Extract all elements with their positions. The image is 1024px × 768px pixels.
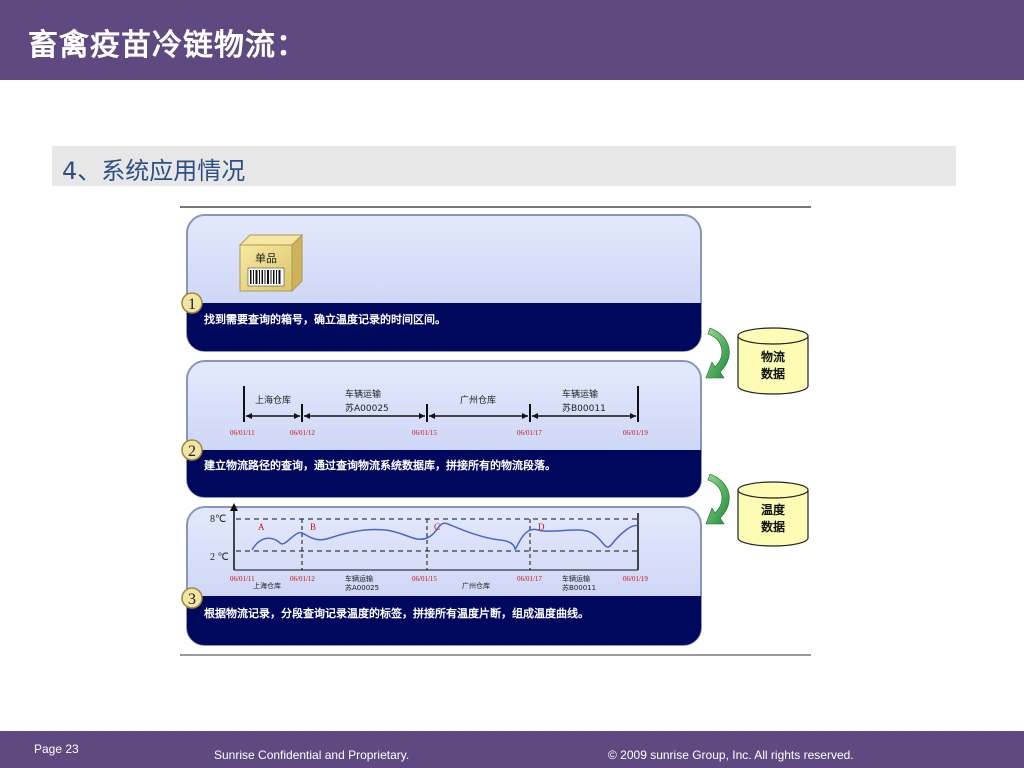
step-1-number: 1 — [188, 296, 196, 313]
panel-2-caption-bar — [187, 450, 701, 497]
marker-b: B — [310, 522, 316, 532]
header-bar: 畜禽疫苗冷链物流： — [0, 0, 1024, 80]
process-diagram-svg: 单品 1 找到需要查询的箱号，确立温度记录的时间区间。 上海仓库 车辆运输 苏A… — [181, 214, 809, 646]
panel-1: 单品 1 找到需要查询的箱号，确立温度记录的时间区间。 — [181, 214, 702, 352]
p3-date-5: 06/01/19 — [623, 575, 648, 583]
panel-3-caption: 根据物流记录，分段查询记录温度的标签，拼接所有温度片断，组成温度曲线。 — [204, 606, 589, 620]
panel-2: 上海仓库 车辆运输 苏A00025 广州仓库 车辆运输 苏B00011 06/0… — [181, 360, 702, 498]
page-number: Page 23 — [34, 742, 79, 756]
panel-1-caption: 找到需要查询的箱号，确立温度记录的时间区间。 — [204, 312, 446, 326]
p2-segment-1-line1: 上海仓库 — [255, 394, 291, 406]
slide-title: 畜禽疫苗冷链物流： — [28, 28, 307, 63]
section-title: 4、系统应用情况 — [62, 157, 246, 185]
db-1-line1: 物流 — [761, 349, 785, 364]
temp-high-label: 8℃ — [210, 514, 226, 525]
footer-bar: Page 23 Sunrise Confidential and Proprie… — [0, 731, 1024, 768]
p2-segment-2-line1: 车辆运输 — [345, 388, 381, 400]
step-3-number: 3 — [188, 591, 196, 608]
p3-date-2: 06/01/12 — [290, 575, 315, 583]
marker-c: C — [434, 522, 440, 532]
temp-low-label: 2 ℃ — [210, 552, 229, 563]
db-2-line2: 数据 — [761, 519, 785, 534]
db-1-line2: 数据 — [761, 366, 785, 381]
p2-segment-4-line2: 苏B00011 — [562, 402, 606, 414]
p3-date-1: 06/01/11 — [230, 575, 255, 583]
marker-d: D — [538, 522, 545, 532]
logistics-data-db-icon: 物流 数据 — [737, 327, 809, 395]
p2-segment-4-line1: 车辆运输 — [562, 388, 598, 400]
db-2-line1: 温度 — [761, 502, 786, 517]
p3-segment-3-line1: 广州仓库 — [462, 581, 490, 590]
section-heading-bar: 4、系统应用情况 — [52, 146, 956, 186]
panel-3-caption-bar — [187, 596, 701, 645]
p3-segment-4-line2: 苏B00011 — [562, 583, 596, 592]
process-diagram: 单品 1 找到需要查询的箱号，确立温度记录的时间区间。 上海仓库 车辆运输 苏A… — [180, 206, 811, 656]
flow-arrow-1 — [705, 327, 730, 379]
product-box-label: 单品 — [255, 252, 277, 265]
p3-segment-4-line1: 车辆运输 — [562, 574, 590, 583]
panel-2-caption: 建立物流路径的查询，通过查询物流系统数据库，拼接所有的物流段落。 — [204, 458, 556, 472]
panel-3: 8℃ 2 ℃ A B C D 06/01/11 06/01/12 06/01/1… — [181, 503, 702, 646]
flow-arrow-2 — [705, 473, 730, 525]
temperature-data-db-icon: 温度 数据 — [737, 481, 809, 547]
p2-segment-3-line1: 广州仓库 — [460, 394, 496, 406]
p2-segment-2-line2: 苏A00025 — [345, 402, 389, 414]
panel-1-caption-bar — [187, 303, 701, 351]
p3-date-3: 06/01/15 — [412, 575, 437, 583]
p2-date-5: 06/01/19 — [623, 429, 648, 437]
marker-a: A — [258, 522, 265, 532]
p3-segment-1-line1: 上海仓库 — [253, 581, 281, 590]
confidential-notice: Sunrise Confidential and Proprietary. — [214, 748, 410, 762]
product-box-icon: 单品 — [238, 233, 304, 293]
p3-segment-2-line2: 苏A00025 — [345, 583, 379, 592]
p3-segment-2-line1: 车辆运输 — [345, 574, 373, 583]
p3-date-4: 06/01/17 — [517, 575, 542, 583]
p2-date-1: 06/01/11 — [230, 429, 255, 437]
copyright-notice: © 2009 sunrise Group, Inc. All rights re… — [608, 748, 854, 762]
barcode-icon — [247, 267, 285, 287]
p2-date-2: 06/01/12 — [290, 429, 315, 437]
step-2-number: 2 — [188, 443, 196, 460]
p2-date-4: 06/01/17 — [517, 429, 542, 437]
p2-date-3: 06/01/15 — [412, 429, 437, 437]
